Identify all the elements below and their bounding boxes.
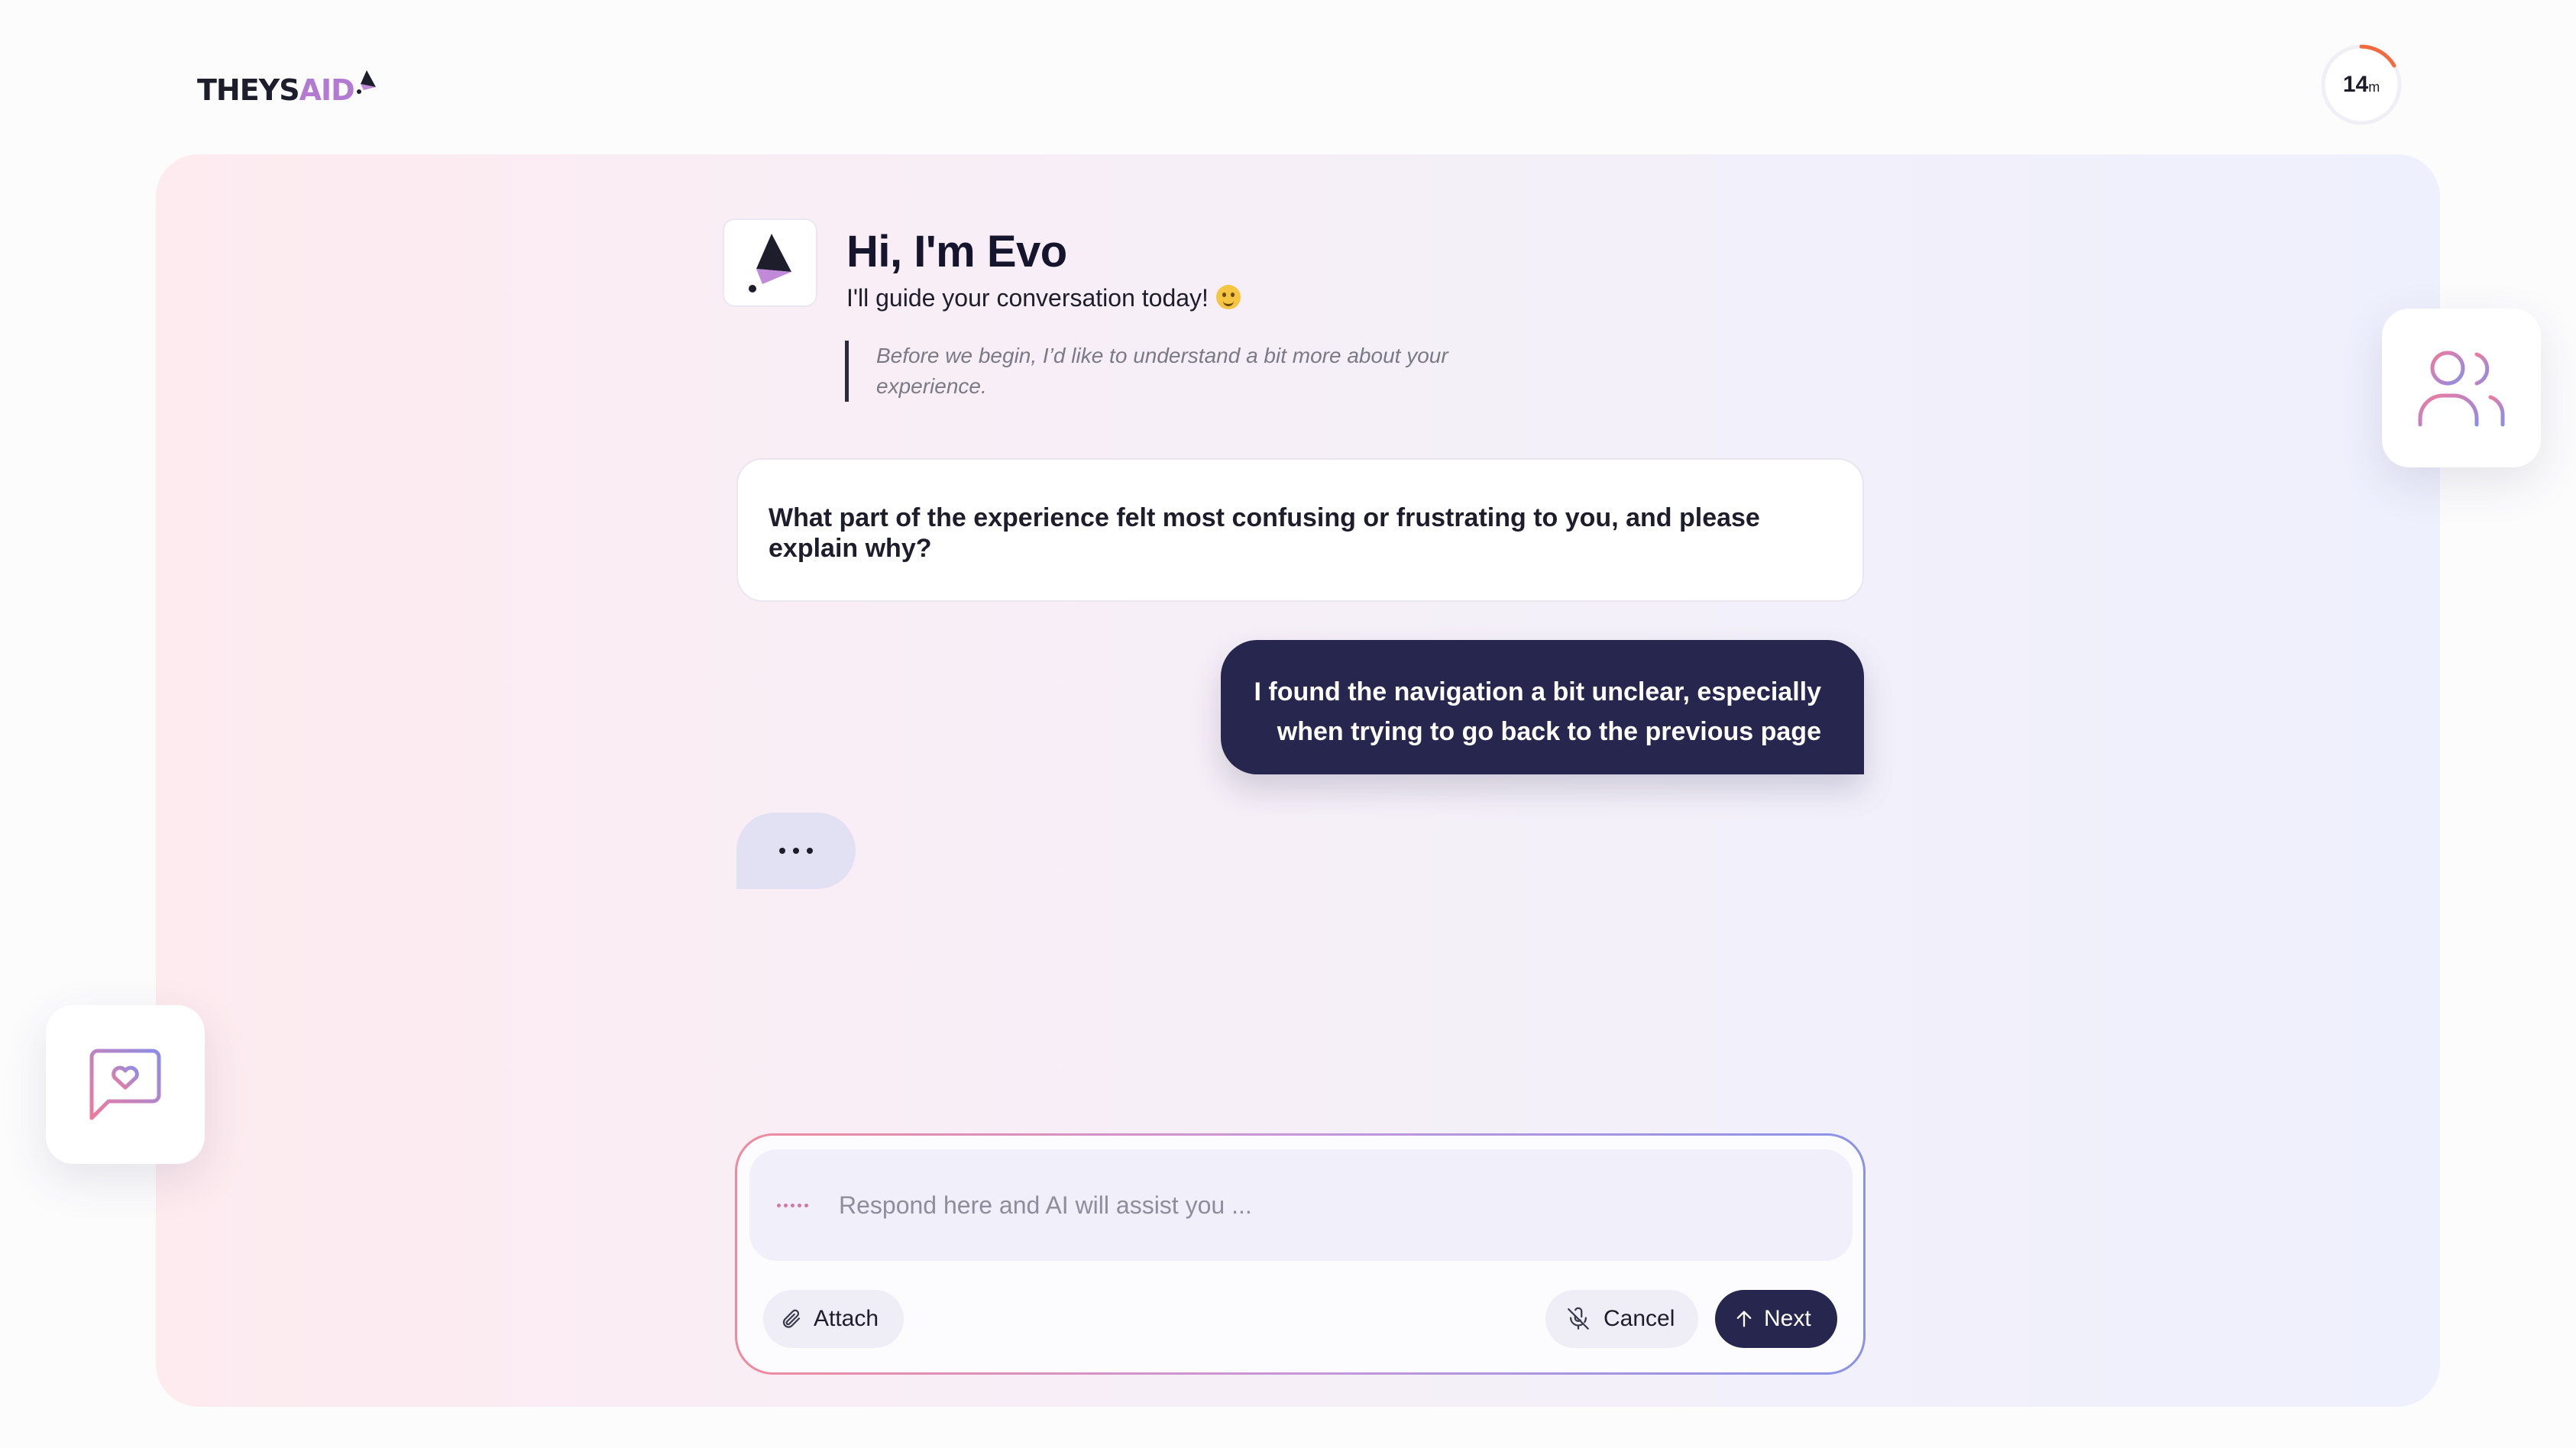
next-label: Next bbox=[1764, 1306, 1811, 1331]
evo-logo-icon bbox=[749, 234, 791, 293]
cancel-button[interactable]: Cancel bbox=[1545, 1290, 1698, 1348]
typing-dot bbox=[807, 848, 813, 854]
response-composer: Attach Cancel Next bbox=[735, 1133, 1866, 1375]
timer-label: 14m bbox=[2343, 72, 2380, 98]
assistant-title: Hi, I'm Evo bbox=[846, 227, 1067, 276]
attach-button[interactable]: Attach bbox=[763, 1290, 904, 1348]
next-button[interactable]: Next bbox=[1715, 1290, 1837, 1348]
cancel-label: Cancel bbox=[1604, 1306, 1675, 1331]
typing-dot bbox=[793, 848, 799, 854]
assistant-subtitle: I'll guide your conversation today! bbox=[846, 284, 1241, 312]
chat-heart-icon bbox=[89, 1049, 161, 1120]
mic-off-icon bbox=[1568, 1307, 1589, 1330]
paperclip-icon bbox=[782, 1309, 801, 1328]
feedback-card[interactable] bbox=[46, 1005, 205, 1164]
smiley-emoji-icon bbox=[1215, 285, 1241, 309]
response-input-wrapper[interactable] bbox=[749, 1149, 1853, 1261]
user-reply-text: I found the navigation a bit unclear, es… bbox=[1254, 677, 1821, 746]
question-text: What part of the experience felt most co… bbox=[769, 503, 1760, 563]
composer-inner: Attach Cancel Next bbox=[737, 1136, 1863, 1372]
typing-dot bbox=[779, 848, 785, 854]
response-input[interactable] bbox=[839, 1191, 1756, 1220]
brand-logo[interactable]: THEYS AID bbox=[197, 69, 376, 112]
typing-indicator bbox=[736, 813, 856, 889]
session-timer: 14m bbox=[2319, 43, 2403, 127]
logo-text-accent: AID bbox=[299, 73, 355, 107]
timer-value: 14 bbox=[2342, 72, 2369, 97]
attach-label: Attach bbox=[814, 1306, 879, 1331]
user-reply-bubble: I found the navigation a bit unclear, es… bbox=[1221, 640, 1864, 774]
users-icon bbox=[2418, 351, 2505, 427]
ai-dots-icon bbox=[777, 1203, 808, 1207]
logo-text-main: THEYS bbox=[197, 73, 300, 107]
logo-mark-icon bbox=[356, 70, 376, 94]
participants-card[interactable] bbox=[2382, 309, 2541, 467]
arrow-up-icon bbox=[1736, 1311, 1752, 1327]
intro-quote: Before we begin, I’d like to understand … bbox=[845, 341, 1471, 402]
question-card: What part of the experience felt most co… bbox=[736, 458, 1864, 602]
timer-unit: m bbox=[2368, 79, 2380, 95]
evo-avatar bbox=[723, 218, 817, 307]
assistant-subtitle-text: I'll guide your conversation today! bbox=[846, 284, 1209, 312]
